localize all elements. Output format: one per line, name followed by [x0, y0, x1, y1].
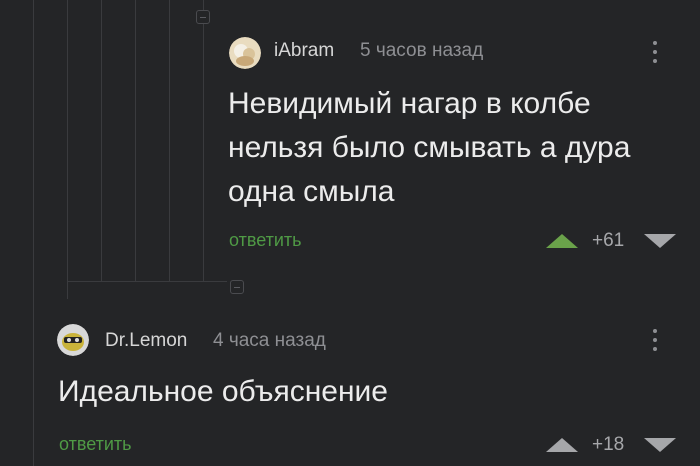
comment: Dr.Lemon 4 часа назад Идеальное объяснен…	[0, 300, 700, 466]
upvote-icon[interactable]	[546, 438, 578, 452]
thread-line	[67, 281, 68, 299]
comment-text: Невидимый нагар в колбе нельзя было смыв…	[228, 87, 631, 208]
author-name[interactable]: Dr.Lemon	[105, 330, 187, 352]
rating-value: +18	[592, 434, 625, 455]
avatar[interactable]	[57, 324, 89, 356]
downvote-icon[interactable]	[644, 438, 676, 452]
more-icon[interactable]	[652, 41, 658, 67]
author-name[interactable]: iAbram	[274, 40, 334, 62]
reply-button[interactable]: ответить	[59, 434, 132, 455]
comment-time: 5 часов назад	[360, 40, 484, 61]
upvote-icon[interactable]	[546, 234, 578, 248]
thread-branch-line	[67, 281, 227, 282]
avatar[interactable]	[229, 37, 261, 69]
more-icon[interactable]	[652, 329, 658, 355]
comment-text: Идеальное объяснение	[58, 375, 388, 408]
downvote-icon[interactable]	[644, 234, 676, 248]
reply-button[interactable]: ответить	[229, 230, 302, 251]
collapse-icon[interactable]	[230, 280, 244, 294]
comment: iAbram 5 часов назад Невидимый нагар в к…	[0, 0, 700, 270]
rating-value: +61	[592, 230, 625, 251]
comment-time: 4 часа назад	[213, 330, 326, 351]
